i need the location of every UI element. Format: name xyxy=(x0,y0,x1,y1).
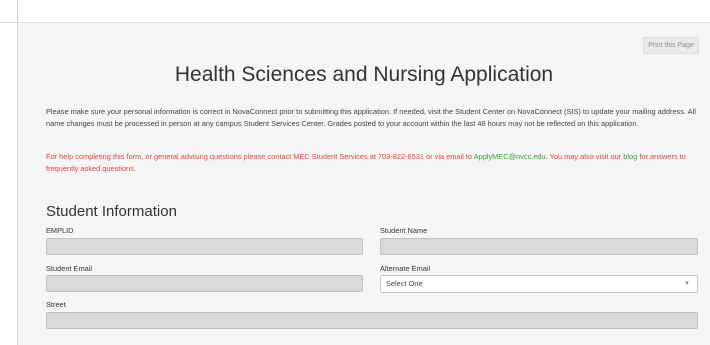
help-text: For help completing this form, or genera… xyxy=(46,151,698,174)
student-name-field[interactable] xyxy=(380,238,698,255)
student-name-label: Student Name xyxy=(380,226,428,235)
alternate-email-selected: Select One xyxy=(386,279,423,288)
student-email-field[interactable] xyxy=(46,275,363,292)
alternate-email-label: Alternate Email xyxy=(380,264,431,273)
intro-text: Please make sure your personal informati… xyxy=(46,107,696,128)
emplid-label: EMPLID xyxy=(46,226,74,235)
student-email-label: Student Email xyxy=(46,264,93,273)
chevron-down-icon: ▼ xyxy=(684,281,690,287)
street-field[interactable] xyxy=(46,312,698,329)
help-text-part-1: For help completing this form, or genera… xyxy=(46,152,474,161)
print-page-button[interactable]: Print this Page xyxy=(643,37,699,54)
page-title: Health Sciences and Nursing Application xyxy=(174,63,554,86)
help-text-part-2: . You may also visit our xyxy=(545,152,624,161)
blog-link[interactable]: blog xyxy=(623,152,637,161)
alternate-email-select[interactable]: Select One ▼ xyxy=(380,275,698,293)
emplid-field[interactable] xyxy=(46,238,363,255)
apply-email-link[interactable]: ApplyMEC@nvcc.edu xyxy=(474,152,546,161)
top-bar xyxy=(0,0,710,23)
section-title: Student Information xyxy=(46,203,177,220)
street-label: Street xyxy=(46,300,66,309)
